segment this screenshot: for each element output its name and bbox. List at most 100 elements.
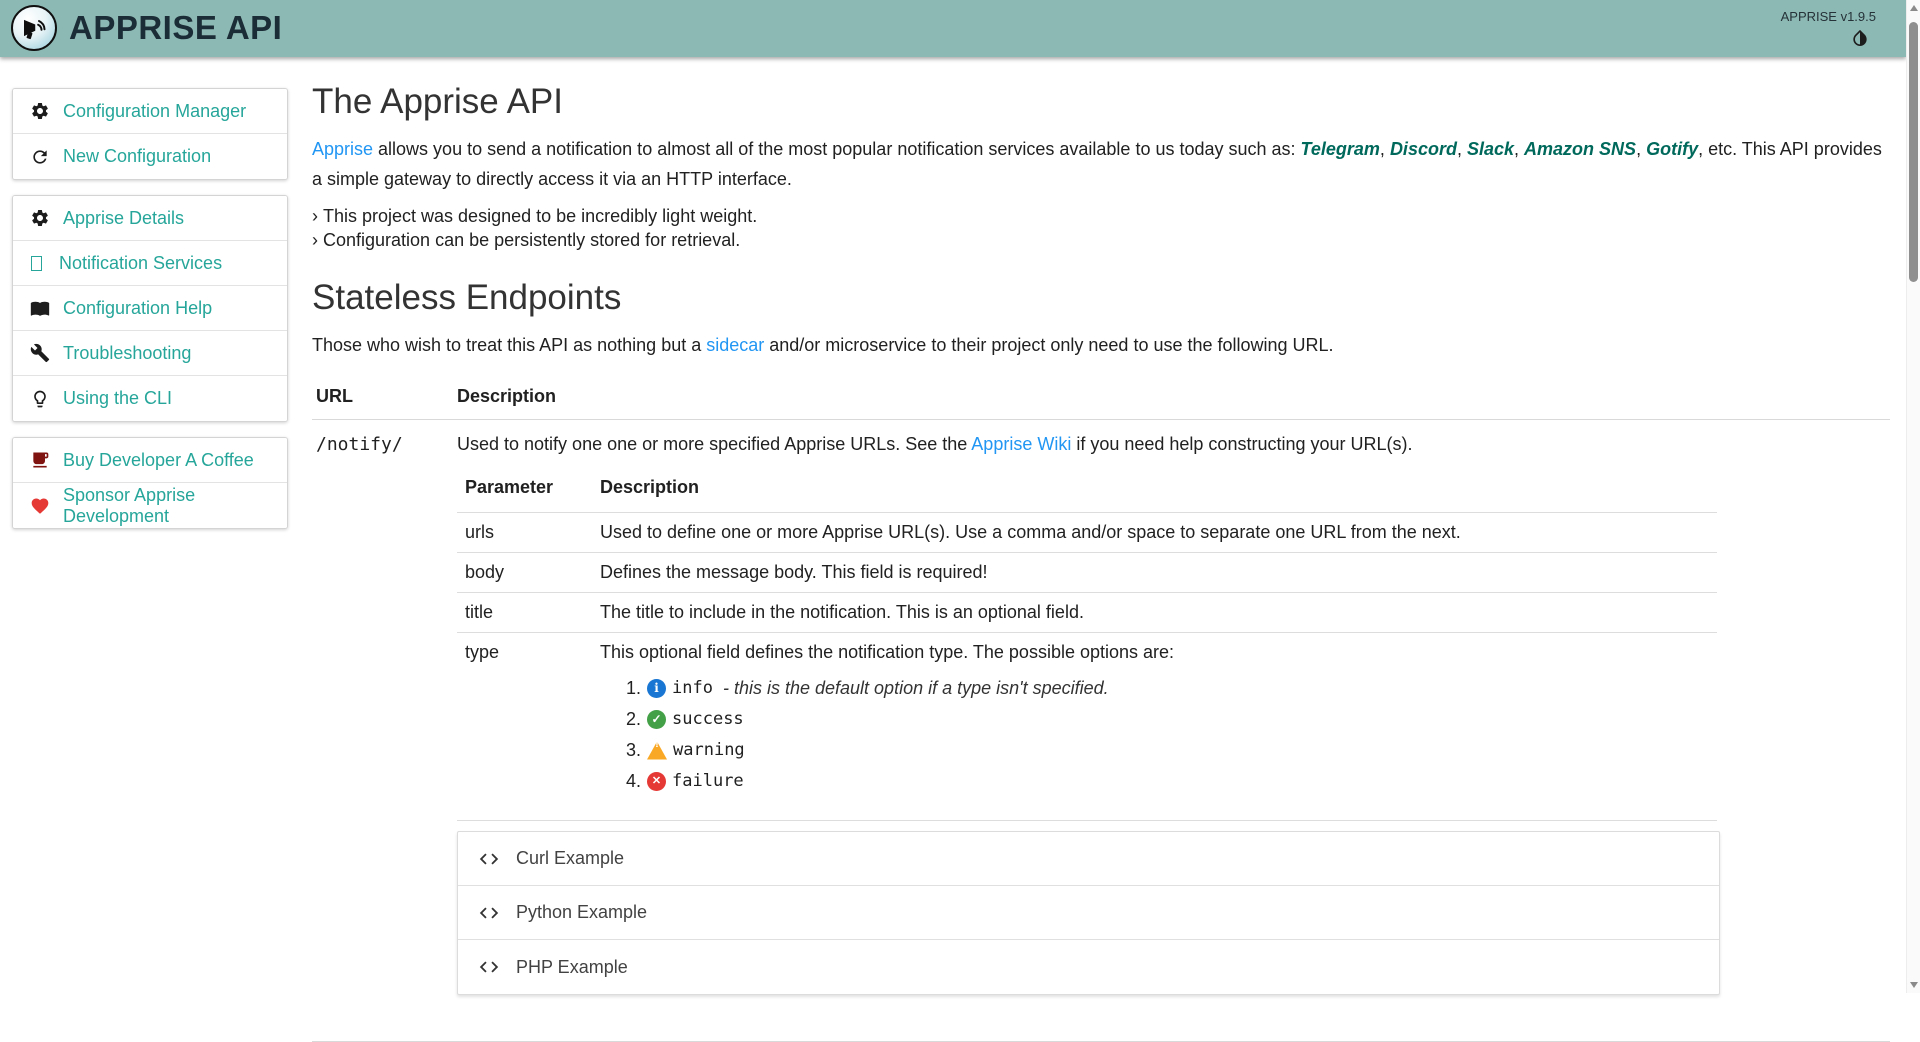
parameter-name: title bbox=[457, 593, 592, 633]
service-separator: , bbox=[1514, 139, 1524, 159]
list-number: 4. bbox=[626, 766, 641, 797]
stateless-text-before: Those who wish to treat this API as noth… bbox=[312, 335, 706, 355]
coffee-icon bbox=[30, 450, 50, 470]
sidebar-group-configuration: Configuration Manager New Configuration bbox=[12, 88, 288, 180]
endpoint-table: URL Description /notify/ Used to notify … bbox=[312, 376, 1890, 1042]
sidebar-item-sponsor-apprise-development[interactable]: Sponsor Apprise Development bbox=[13, 483, 287, 528]
apprise-wiki-link[interactable]: Apprise Wiki bbox=[971, 434, 1071, 454]
parameter-row-title: title The title to include in the notifi… bbox=[457, 593, 1717, 633]
gear-icon bbox=[30, 208, 50, 228]
scrollbar-thumb[interactable] bbox=[1909, 22, 1918, 282]
sidebar-item-label: Configuration Help bbox=[63, 298, 212, 319]
stateless-intro-paragraph: Those who wish to treat this API as noth… bbox=[312, 330, 1890, 360]
sidebar-item-label: Buy Developer A Coffee bbox=[63, 450, 254, 471]
sidebar-group-help: Apprise Details Notification Services Co… bbox=[12, 195, 288, 422]
code-icon bbox=[478, 848, 500, 870]
column-header-parameter: Parameter bbox=[457, 467, 592, 513]
scroll-down-arrow-icon[interactable] bbox=[1910, 982, 1918, 988]
brand-home-link[interactable]: APPRISE API bbox=[11, 5, 282, 51]
accordion-curl-example[interactable]: Curl Example bbox=[458, 832, 1719, 886]
success-icon: ✓ bbox=[647, 710, 666, 729]
wrench-icon bbox=[30, 343, 50, 363]
sidebar-item-label: Sponsor Apprise Development bbox=[63, 485, 270, 527]
intro-text-before: allows you to send a notification to alm… bbox=[373, 139, 1301, 159]
sidecar-link[interactable]: sidecar bbox=[706, 335, 764, 355]
type-option-failure: 4. ✕ failure bbox=[626, 766, 1709, 797]
service-separator: , bbox=[1380, 139, 1390, 159]
sidebar: Configuration Manager New Configuration … bbox=[12, 88, 288, 544]
sidebar-item-apprise-details[interactable]: Apprise Details bbox=[13, 196, 287, 241]
sidebar-item-label: Apprise Details bbox=[63, 208, 184, 229]
sidebar-item-new-configuration[interactable]: New Configuration bbox=[13, 134, 287, 179]
service-name: Discord bbox=[1390, 139, 1457, 159]
sidebar-item-label: Troubleshooting bbox=[63, 343, 191, 364]
type-value: failure bbox=[672, 766, 744, 797]
service-name: Telegram bbox=[1301, 139, 1380, 159]
version-label: APPRISE v1.9.5 bbox=[1781, 9, 1876, 24]
list-number: 3. bbox=[626, 735, 641, 766]
heart-icon bbox=[30, 496, 50, 516]
code-icon bbox=[478, 902, 500, 924]
type-description-text: This optional field defines the notifica… bbox=[600, 642, 1174, 662]
service-separator: , bbox=[1636, 139, 1646, 159]
type-option-warning: 3. ! warning bbox=[626, 735, 1709, 766]
endpoint-description-after: if you need help constructing your URL(s… bbox=[1071, 434, 1412, 454]
page-title: The Apprise API bbox=[312, 82, 1890, 122]
app-header: APPRISE API APPRISE v1.9.5 bbox=[0, 0, 1906, 57]
accordion-python-example[interactable]: Python Example bbox=[458, 886, 1719, 940]
app-title: APPRISE API bbox=[69, 9, 282, 47]
accordion-label: PHP Example bbox=[516, 957, 628, 978]
sidebar-item-notification-services[interactable]: Notification Services bbox=[13, 241, 287, 286]
sidebar-item-label: New Configuration bbox=[63, 146, 211, 167]
megaphone-icon bbox=[11, 5, 57, 51]
accordion-label: Python Example bbox=[516, 902, 647, 923]
apprise-link[interactable]: Apprise bbox=[312, 139, 373, 159]
type-note: - this is the default option if a type i… bbox=[723, 673, 1109, 704]
column-header-url: URL bbox=[312, 376, 453, 420]
parameter-description: Used to define one or more Apprise URL(s… bbox=[592, 513, 1717, 553]
column-header-description: Description bbox=[592, 467, 1717, 513]
sidebar-item-troubleshooting[interactable]: Troubleshooting bbox=[13, 331, 287, 376]
section-title-stateless-endpoints: Stateless Endpoints bbox=[312, 278, 1890, 318]
parameter-table-header-row: Parameter Description bbox=[457, 467, 1717, 513]
type-option-info: 1. i info - this is the default option i… bbox=[626, 673, 1709, 704]
accordion-php-example[interactable]: PHP Example bbox=[458, 940, 1719, 994]
feature-item: This project was designed to be incredib… bbox=[312, 204, 1890, 228]
scroll-up-arrow-icon[interactable] bbox=[1910, 5, 1918, 11]
service-name: Gotify bbox=[1646, 139, 1698, 159]
list-number: 1. bbox=[626, 673, 641, 704]
refresh-icon bbox=[30, 147, 50, 167]
sidebar-item-label: Notification Services bbox=[59, 253, 222, 274]
parameter-description: This optional field defines the notifica… bbox=[592, 633, 1717, 821]
parameter-description: The title to include in the notification… bbox=[592, 593, 1717, 633]
endpoint-url: /notify/ bbox=[312, 420, 453, 1042]
parameter-row-urls: urls Used to define one or more Apprise … bbox=[457, 513, 1717, 553]
sidebar-item-configuration-manager[interactable]: Configuration Manager bbox=[13, 89, 287, 134]
parameter-table: Parameter Description urls Used to defin… bbox=[457, 467, 1717, 821]
sidebar-item-buy-developer-a-coffee[interactable]: Buy Developer A Coffee bbox=[13, 438, 287, 483]
endpoint-row-notify: /notify/ Used to notify one one or more … bbox=[312, 420, 1890, 1042]
warning-icon: ! bbox=[647, 742, 667, 760]
feature-list: This project was designed to be incredib… bbox=[312, 204, 1890, 252]
parameter-row-body: body Defines the message body. This fiel… bbox=[457, 553, 1717, 593]
service-name: Amazon SNS bbox=[1524, 139, 1636, 159]
sidebar-item-label: Configuration Manager bbox=[63, 101, 246, 122]
sidebar-item-using-the-cli[interactable]: Using the CLI bbox=[13, 376, 287, 421]
code-icon bbox=[478, 956, 500, 978]
book-icon bbox=[30, 298, 50, 318]
service-separator: , bbox=[1457, 139, 1467, 159]
invert-colors-icon[interactable] bbox=[1850, 28, 1870, 48]
service-name: Slack bbox=[1467, 139, 1514, 159]
parameter-name: urls bbox=[457, 513, 592, 553]
accordion-label: Curl Example bbox=[516, 848, 624, 869]
parameter-row-type: type This optional field defines the not… bbox=[457, 633, 1717, 821]
vertical-scrollbar[interactable] bbox=[1906, 0, 1920, 993]
endpoint-description-cell: Used to notify one one or more specified… bbox=[453, 420, 1890, 1042]
sidebar-item-configuration-help[interactable]: Configuration Help bbox=[13, 286, 287, 331]
info-icon: i bbox=[647, 679, 666, 698]
parameter-name: type bbox=[457, 633, 592, 821]
lightbulb-icon bbox=[30, 389, 50, 409]
type-value: success bbox=[672, 704, 744, 735]
type-option-success: 2. ✓ success bbox=[626, 704, 1709, 735]
type-options-list: 1. i info - this is the default option i… bbox=[626, 673, 1709, 797]
